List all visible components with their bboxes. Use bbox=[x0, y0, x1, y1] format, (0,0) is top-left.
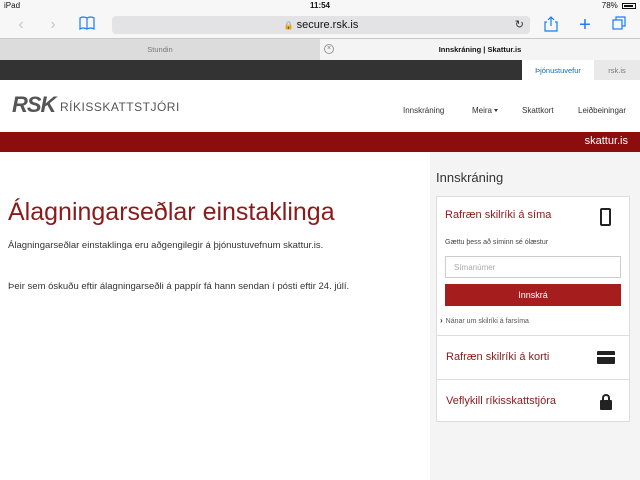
phone-number-input[interactable] bbox=[445, 256, 621, 278]
intro-paragraph: Álagningarseðlar einstaklinga eru aðgeng… bbox=[8, 240, 324, 251]
nav-meira-label: Meira bbox=[472, 106, 493, 115]
url-text: secure.rsk.is bbox=[296, 19, 359, 31]
page-title: Álagningarseðlar einstaklinga bbox=[8, 198, 335, 226]
tab-innskraning[interactable]: Innskráning | Skattur.is bbox=[320, 39, 640, 60]
more-info-label: Nánar um skilríki á farsíma bbox=[445, 318, 529, 325]
share-icon[interactable] bbox=[542, 16, 560, 34]
battery-icon bbox=[622, 2, 636, 9]
nav-meira[interactable]: Meira bbox=[472, 106, 499, 115]
site-name[interactable]: skattur.is bbox=[585, 135, 628, 147]
clock: 11:54 bbox=[309, 1, 331, 10]
tab-stundin[interactable]: Stundin bbox=[0, 39, 320, 60]
lock-icon: 🔒 bbox=[283, 21, 294, 30]
padlock-icon bbox=[600, 394, 612, 410]
more-info-link[interactable]: › Nánar um skilríki á farsíma bbox=[440, 316, 529, 325]
key-login-label: Veflykill ríkisskattstjóra bbox=[446, 395, 557, 407]
credit-card-icon bbox=[597, 351, 615, 364]
reload-icon[interactable]: ↻ bbox=[515, 16, 524, 34]
card-login-option[interactable]: Rafræn skilríki á korti bbox=[436, 336, 630, 380]
nav-leidbeiningar[interactable]: Leiðbeiningar bbox=[578, 106, 626, 115]
status-bar: iPad 11:54 78% bbox=[0, 0, 640, 12]
login-button[interactable]: Innskrá bbox=[445, 284, 621, 306]
new-tab-icon[interactable]: + bbox=[576, 15, 594, 35]
browser-toolbar: ‹ › 🔒 secure.rsk.is ↻ + bbox=[0, 12, 640, 38]
site-header: RSK RÍKISSKATTSTJÓRI Innskráning Meira S… bbox=[0, 80, 640, 132]
battery-status: 78% bbox=[602, 1, 636, 10]
battery-percent: 78% bbox=[601, 1, 618, 10]
card-login-label: Rafræn skilríki á korti bbox=[446, 351, 550, 363]
logo-text: RÍKISSKATTSTJÓRI bbox=[60, 100, 180, 114]
phone-login-title[interactable]: Rafræn skilríki á síma bbox=[445, 209, 551, 221]
bookmarks-icon[interactable] bbox=[78, 16, 96, 34]
chevron-right-icon: › bbox=[440, 316, 443, 325]
nav-skattkort[interactable]: Skattkort bbox=[522, 106, 554, 115]
tabs-overview-icon[interactable] bbox=[610, 16, 628, 34]
caret-down-icon bbox=[494, 109, 499, 113]
service-strip: Þjónustuvefur rsk.is bbox=[0, 60, 640, 80]
back-icon[interactable]: ‹ bbox=[12, 16, 30, 34]
nav-innskraning[interactable]: Innskráning bbox=[403, 106, 444, 115]
rsk-link[interactable]: rsk.is bbox=[594, 60, 640, 80]
address-bar[interactable]: 🔒 secure.rsk.is ↻ bbox=[112, 16, 530, 34]
forward-icon[interactable]: › bbox=[44, 16, 62, 34]
login-title: Innskráning bbox=[436, 170, 504, 185]
tab-bar: Stundin Innskráning | Skattur.is × bbox=[0, 38, 640, 60]
unlock-hint: Gættu þess að síminn sé ólæstur bbox=[445, 239, 549, 246]
paper-paragraph: Þeir sem óskuðu eftir álagningarseðli á … bbox=[8, 281, 350, 292]
mobile-phone-icon bbox=[600, 208, 611, 226]
rsk-logo[interactable]: RSK bbox=[12, 92, 56, 118]
site-bar: skattur.is bbox=[0, 132, 640, 152]
key-login-option[interactable]: Veflykill ríkisskattstjóra bbox=[436, 380, 630, 422]
close-tab-icon[interactable]: × bbox=[324, 44, 334, 54]
service-link[interactable]: Þjónustuvefur bbox=[522, 60, 594, 80]
